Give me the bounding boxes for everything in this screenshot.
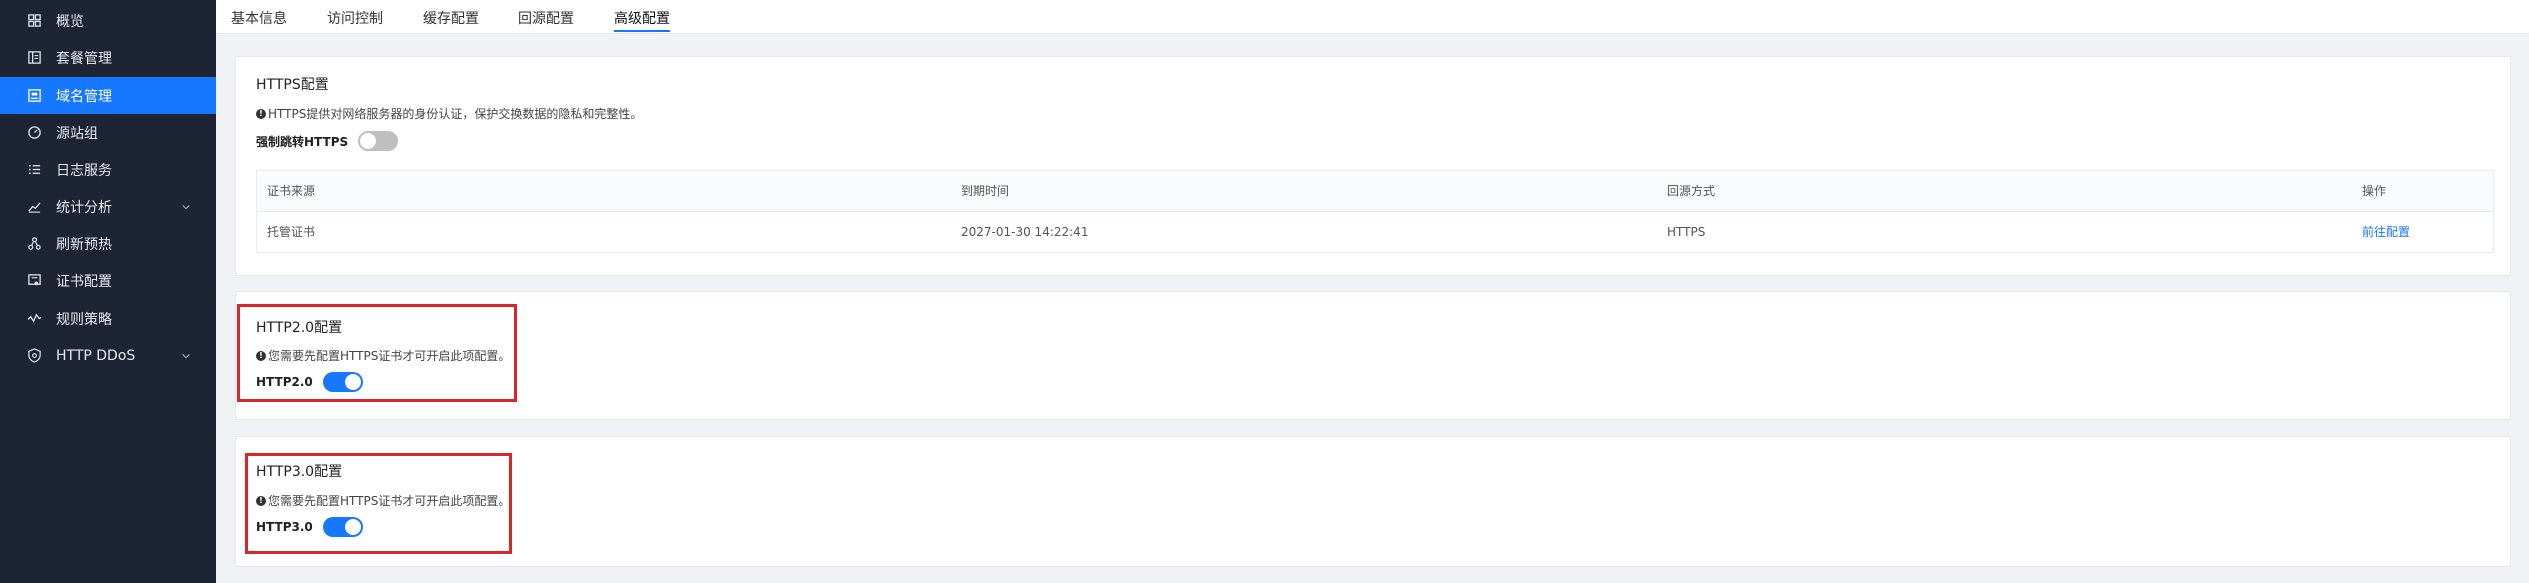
sidebar-item-overview[interactable]: 概览: [0, 2, 216, 39]
grid-icon: [26, 13, 42, 29]
sidebar-item-label: 源站组: [56, 125, 98, 142]
rule-icon: [26, 311, 42, 327]
sidebar-item-rules[interactable]: 规则策略: [0, 300, 216, 337]
column-header-source: 证书来源: [267, 184, 316, 198]
origin-icon: [26, 125, 42, 141]
table-row: 托管证书 2027-01-30 14:22:41 HTTPS 前往配置: [257, 212, 2493, 253]
https-config-description: ! HTTPS提供对网络服务器的身份认证，保护交换数据的隐私和完整性。: [256, 105, 642, 122]
sidebar-item-certificates[interactable]: 证书配置: [0, 262, 216, 299]
column-header-origin-protocol: 回源方式: [1667, 184, 1716, 198]
shield-icon: [26, 348, 42, 364]
chevron-down-icon: [180, 350, 192, 362]
highlight-box-http2: [237, 304, 517, 402]
sidebar-item-label: 规则策略: [56, 311, 112, 328]
column-header-expires: 到期时间: [961, 184, 1010, 198]
info-icon: !: [256, 108, 266, 119]
main-content: 基本信息 访问控制 缓存配置 回源配置 高级配置 HTTPS配置 ! HTTPS…: [216, 0, 2529, 583]
domain-icon: [26, 88, 42, 104]
sidebar-item-statistics[interactable]: 统计分析: [0, 188, 216, 225]
https-config-card: HTTPS配置 ! HTTPS提供对网络服务器的身份认证，保护交换数据的隐私和完…: [235, 56, 2511, 276]
tab-bar: 基本信息 访问控制 缓存配置 回源配置 高级配置: [216, 0, 2529, 34]
sidebar-item-logs[interactable]: 日志服务: [0, 151, 216, 188]
table-header-row: 证书来源 到期时间 回源方式 操作: [257, 171, 2493, 212]
sidebar-item-http-ddos[interactable]: HTTP DDoS: [0, 337, 216, 374]
sidebar-item-label: 日志服务: [56, 162, 112, 179]
column-header-action: 操作: [2362, 184, 2387, 198]
https-config-title: HTTPS配置: [256, 77, 329, 93]
http2-config-card: HTTP2.0配置 ! 您需要先配置HTTPS证书才可开启此项配置。 HTTP2…: [235, 291, 2511, 420]
force-https-toggle[interactable]: [358, 131, 399, 151]
package-icon: [26, 50, 42, 66]
list-icon: [26, 162, 42, 178]
sidebar-item-domains[interactable]: 域名管理: [0, 77, 216, 114]
chevron-down-icon: [180, 201, 192, 213]
force-https-row: 强制跳转HTTPS: [256, 131, 399, 151]
http3-config-card: HTTP3.0配置 ! 您需要先配置HTTPS证书才可开启此项配置。 HTTP3…: [235, 436, 2511, 567]
tab-origin-config[interactable]: 回源配置: [518, 0, 574, 34]
sidebar: 概览 套餐管理 域名管理 源站组 日志服务 统计分析 刷新预热 证书配置 规则策…: [0, 0, 216, 583]
sidebar-item-label: 证书配置: [56, 273, 112, 290]
tab-cache-config[interactable]: 缓存配置: [423, 0, 479, 34]
tab-advanced-config[interactable]: 高级配置: [614, 0, 670, 34]
sidebar-item-label: HTTP DDoS: [56, 347, 136, 364]
certificate-icon: [26, 273, 42, 289]
refresh-icon: [26, 236, 42, 252]
sidebar-item-label: 统计分析: [56, 199, 112, 216]
tab-basic-info[interactable]: 基本信息: [231, 0, 287, 34]
https-description-text: HTTPS提供对网络服务器的身份认证，保护交换数据的隐私和完整性。: [268, 107, 643, 121]
cert-expires-cell: 2027-01-30 14:22:41: [961, 225, 1089, 239]
sidebar-item-label: 刷新预热: [56, 236, 112, 253]
highlight-box-http3: [245, 453, 512, 554]
sidebar-item-refresh-preload[interactable]: 刷新预热: [0, 225, 216, 262]
sidebar-item-packages[interactable]: 套餐管理: [0, 39, 216, 76]
certificate-table: 证书来源 到期时间 回源方式 操作 托管证书 2027-01-30 14:22:…: [256, 170, 2494, 253]
force-https-label: 强制跳转HTTPS: [256, 134, 349, 149]
go-configure-link[interactable]: 前往配置: [2362, 212, 2410, 253]
sidebar-item-origin-group[interactable]: 源站组: [0, 114, 216, 151]
cert-source-cell: 托管证书: [267, 225, 316, 239]
sidebar-item-label: 域名管理: [56, 88, 112, 105]
chart-icon: [26, 199, 42, 215]
origin-protocol-cell: HTTPS: [1667, 225, 1706, 239]
toggle-knob: [360, 133, 377, 149]
sidebar-item-label: 套餐管理: [56, 50, 112, 67]
tab-access-control[interactable]: 访问控制: [327, 0, 383, 34]
sidebar-item-label: 概览: [56, 13, 84, 30]
